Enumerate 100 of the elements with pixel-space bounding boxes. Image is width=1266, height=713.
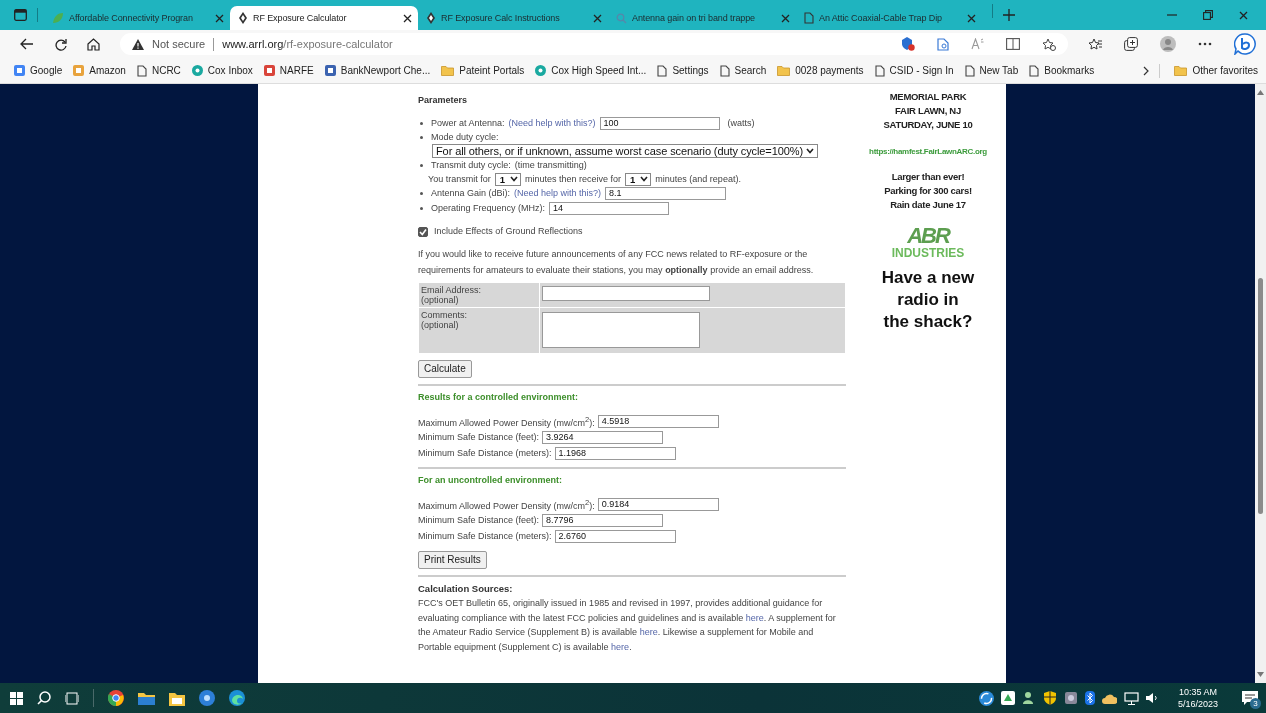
badge-count: 3 [1250, 698, 1261, 709]
restore-icon[interactable] [1203, 10, 1213, 20]
read-aloud-icon[interactable] [971, 38, 984, 50]
address-field[interactable]: Not secure www.arrl.org/rf-exposure-calculator [120, 33, 1068, 55]
check-icon [419, 227, 427, 236]
home-icon[interactable] [87, 37, 100, 51]
power-input[interactable]: 100 [599, 116, 720, 130]
bookmark[interactable]: Cox Inbox [187, 63, 257, 78]
bookmark[interactable]: Bookmarks [1025, 62, 1099, 79]
notifications-button[interactable]: 3 [1242, 691, 1258, 705]
folder-icon[interactable] [138, 691, 155, 705]
cloud-icon[interactable] [1101, 692, 1117, 704]
bookmark[interactable]: New Tab [960, 62, 1023, 79]
caret-icon [805, 148, 814, 154]
comments-textarea[interactable] [542, 312, 700, 348]
chat-bubble-icon[interactable] [1234, 33, 1256, 55]
result-field[interactable]: 0.9184 [597, 497, 719, 511]
duty-cycle-dropdown[interactable]: For all others, or if unknown, assume worst case scenario (duty cycle=100%) [432, 144, 818, 158]
tab[interactable]: RF Exposure Calc Instructions [418, 6, 608, 30]
drive-icon[interactable] [1000, 691, 1015, 705]
close-icon[interactable] [215, 13, 224, 23]
scroll-down-icon[interactable] [1257, 672, 1264, 677]
refresh-icon[interactable] [54, 37, 67, 51]
link[interactable]: here [745, 612, 764, 623]
bluetooth-icon[interactable] [1084, 691, 1095, 705]
section-heading: For an uncontrolled environment: [418, 474, 563, 487]
bookmark[interactable]: Cox High Speed Int... [531, 63, 651, 78]
field-note: (optional) [421, 295, 460, 305]
result-field[interactable]: 1.1968 [554, 446, 676, 460]
shield-icon[interactable] [901, 37, 915, 51]
chevron-icon[interactable] [1143, 65, 1150, 76]
print-button[interactable]: Print Results [418, 551, 487, 569]
frequency-input[interactable]: 14 [549, 201, 670, 215]
ad-headline: Have a new radio in the shack? [881, 267, 975, 333]
minutes-dropdown[interactable]: 1 [494, 172, 521, 186]
file-icon[interactable] [169, 690, 185, 706]
result-field[interactable]: 4.5918 [597, 414, 719, 428]
ad-text: Rain date June 17 [889, 198, 967, 212]
bookmark[interactable]: Google [10, 63, 67, 78]
bookmark[interactable]: Pateint Portals [437, 63, 529, 78]
section-heading: Results for a controlled environment: [418, 391, 580, 404]
person-icon[interactable] [1021, 691, 1036, 705]
security-label: Not secure [152, 38, 206, 50]
shield-icon[interactable] [1042, 691, 1057, 705]
bookmark[interactable]: CSID - Sign In [870, 62, 958, 79]
bookmark[interactable]: 0028 payments [773, 63, 868, 78]
scrollbar[interactable] [1255, 84, 1266, 683]
collections-icon[interactable] [1124, 37, 1138, 51]
result-field[interactable]: 3.9264 [542, 430, 664, 444]
checkbox[interactable] [418, 226, 428, 237]
result-field[interactable]: 2.6760 [554, 529, 676, 543]
bookmark[interactable]: Settings [653, 62, 713, 79]
bookmark[interactable]: Search [715, 62, 771, 79]
bookmark[interactable]: BankNewport Che... [320, 63, 435, 78]
ad-link[interactable]: https://hamfest.FairLawnARC.org [869, 147, 987, 156]
logo-icon [263, 65, 275, 76]
close-icon[interactable] [967, 13, 976, 23]
search-icon[interactable] [37, 691, 51, 705]
tab[interactable]: An Attic Coaxial-Cable Trap Dip [796, 6, 982, 30]
gain-input[interactable]: 8.1 [605, 186, 727, 200]
result-field[interactable]: 8.7796 [542, 513, 664, 527]
task-view-icon[interactable] [65, 691, 79, 705]
bookmark[interactable]: Amazon [69, 63, 130, 78]
add-favorite-icon[interactable] [1042, 37, 1056, 51]
tab[interactable]: RF Exposure Calculator [230, 6, 418, 30]
document-icon[interactable] [937, 37, 949, 51]
back-icon[interactable] [20, 38, 34, 50]
bookmark[interactable]: Other favorites [1170, 63, 1262, 78]
start-icon[interactable] [10, 691, 23, 705]
search-icon [616, 12, 627, 24]
tab-actions-icon[interactable] [14, 9, 27, 21]
profile-avatar[interactable] [1160, 36, 1176, 52]
minutes-dropdown[interactable]: 1 [625, 172, 652, 186]
close-icon[interactable] [403, 13, 412, 23]
favorites-icon[interactable] [1088, 37, 1102, 51]
section-heading: Parameters [418, 94, 469, 107]
network-icon[interactable] [1123, 691, 1139, 705]
circle-app-icon[interactable] [108, 690, 124, 706]
close-icon[interactable] [593, 13, 602, 23]
clock[interactable]: 10:35 AM 5/16/2023 [1177, 686, 1218, 710]
app-icon[interactable] [199, 690, 215, 706]
link[interactable]: here [639, 627, 658, 637]
close-icon[interactable] [781, 13, 790, 23]
bookmark[interactable]: NARFE [259, 63, 318, 78]
email-input[interactable] [542, 286, 710, 301]
close-icon[interactable] [1239, 10, 1248, 20]
scroll-up-icon[interactable] [1257, 90, 1264, 95]
tab[interactable]: Affordable Connectivity Progran [44, 6, 230, 30]
split-screen-icon[interactable] [1006, 38, 1020, 50]
field-label: Operating Frequency (MHz): [431, 202, 546, 214]
bookmark[interactable]: NCRC [132, 62, 185, 79]
speaker-icon[interactable] [1145, 692, 1158, 704]
help-link[interactable]: (Need help with this?) [514, 187, 602, 199]
plus-icon[interactable] [1003, 9, 1015, 21]
tab[interactable]: Antenna gain on tri band trappe [608, 6, 796, 30]
help-link[interactable]: (Need help with this?) [508, 117, 596, 129]
wave-app-icon[interactable] [229, 690, 245, 706]
calculate-button[interactable]: Calculate [418, 360, 472, 378]
page-icon [874, 64, 885, 77]
more-icon[interactable] [1198, 42, 1212, 46]
